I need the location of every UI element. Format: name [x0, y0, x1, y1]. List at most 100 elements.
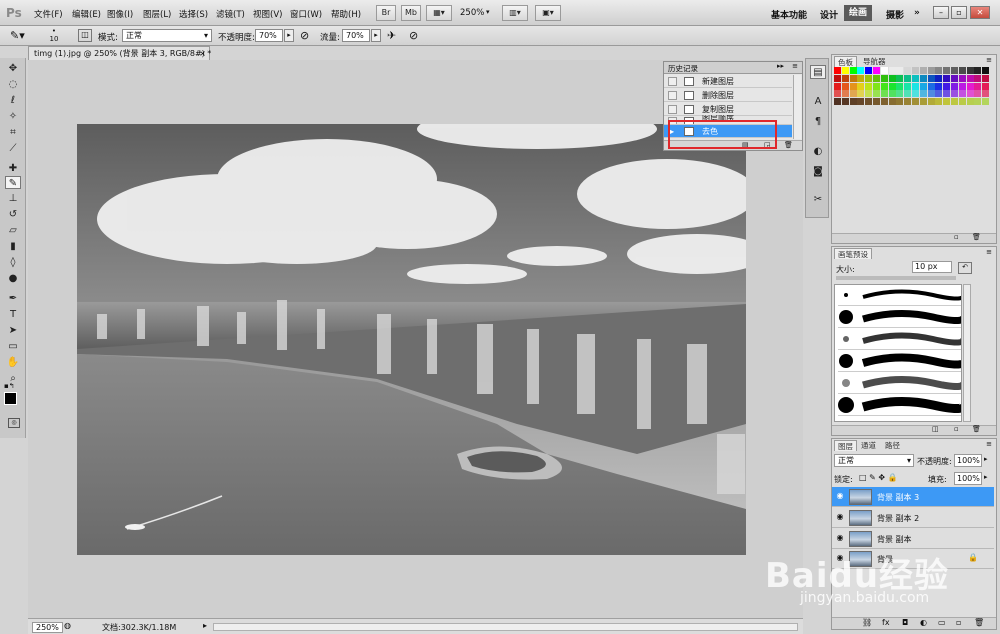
swatch[interactable]: [896, 74, 904, 82]
swatch[interactable]: [958, 82, 966, 90]
swatch[interactable]: [904, 74, 912, 82]
new-swatch-icon[interactable]: ▫: [954, 233, 959, 241]
restore-brush-size-icon[interactable]: ↶: [958, 262, 972, 274]
spot-heal-tool-icon[interactable]: ✚: [5, 162, 21, 175]
panel-menu-icon[interactable]: ≡: [986, 248, 992, 256]
lasso-tool-icon[interactable]: ℓ: [5, 94, 21, 107]
swatch[interactable]: [904, 82, 912, 90]
swatch[interactable]: [904, 98, 912, 106]
brush-tool-icon[interactable]: ✎: [5, 176, 21, 189]
history-item[interactable]: 删除图层: [664, 89, 792, 102]
swatch[interactable]: [857, 67, 865, 74]
swatch[interactable]: [927, 82, 935, 90]
swatch[interactable]: [834, 74, 841, 82]
eye-icon[interactable]: ◉: [835, 491, 845, 501]
type-tool-icon[interactable]: T: [5, 308, 21, 321]
brush-panel-toggle-icon[interactable]: ◫: [78, 29, 92, 42]
history-title[interactable]: 历史记录: [668, 63, 698, 74]
mini-bridge-button[interactable]: Mb: [401, 5, 421, 21]
gradient-tool-icon[interactable]: ▮: [5, 240, 21, 253]
swatch[interactable]: [919, 98, 927, 106]
layer-row[interactable]: ◉ 背景 副本: [832, 529, 994, 549]
swatch[interactable]: [834, 82, 841, 90]
swatch[interactable]: [896, 90, 904, 98]
swatch[interactable]: [943, 98, 951, 106]
swatch[interactable]: [857, 82, 865, 90]
swatch[interactable]: [888, 74, 896, 82]
horizontal-scrollbar[interactable]: [213, 623, 798, 631]
swatch[interactable]: [943, 67, 951, 74]
swatch[interactable]: [912, 82, 919, 90]
mode-select[interactable]: 正常 ▾: [122, 29, 212, 42]
trash-icon[interactable]: 🗑: [972, 425, 981, 433]
swatch[interactable]: [849, 74, 857, 82]
swatch[interactable]: [888, 82, 896, 90]
history-checkbox[interactable]: [668, 105, 677, 114]
workspace-basic[interactable]: 基本功能: [771, 8, 807, 21]
swatch[interactable]: [849, 98, 857, 106]
swatch[interactable]: [974, 67, 982, 74]
swatch[interactable]: [927, 74, 935, 82]
quick-mask-icon[interactable]: ◎: [8, 418, 20, 428]
minimize-button[interactable]: –: [933, 6, 949, 19]
swatch[interactable]: [834, 90, 841, 98]
workspace-design[interactable]: 设计: [820, 8, 838, 21]
panel-menu-icon[interactable]: ≡: [986, 56, 992, 64]
swatch[interactable]: [888, 98, 896, 106]
tab-paths[interactable]: 路径: [882, 440, 903, 451]
swatch[interactable]: [873, 90, 880, 98]
move-tool-icon[interactable]: ✥: [5, 62, 21, 75]
swatch[interactable]: [943, 74, 951, 82]
swatch[interactable]: [865, 67, 873, 74]
swatch[interactable]: [958, 67, 966, 74]
swatch-grid[interactable]: [834, 67, 992, 123]
swatch[interactable]: [904, 90, 912, 98]
swatch[interactable]: [857, 98, 865, 106]
path-select-tool-icon[interactable]: ➤: [5, 324, 21, 337]
history-checkbox[interactable]: [668, 77, 677, 86]
group-icon[interactable]: ▭: [938, 618, 946, 627]
swatch[interactable]: [841, 90, 849, 98]
swatch[interactable]: [919, 74, 927, 82]
swatch[interactable]: [982, 67, 990, 74]
paragraph-panel-icon[interactable]: ¶: [810, 115, 826, 129]
eye-icon[interactable]: ◉: [835, 512, 845, 522]
zoom-level[interactable]: 250%: [460, 8, 484, 18]
swatch[interactable]: [857, 90, 865, 98]
swatch[interactable]: [966, 90, 974, 98]
swatch[interactable]: [873, 67, 880, 74]
swatch[interactable]: [935, 67, 943, 74]
close-button[interactable]: ✕: [970, 6, 990, 19]
swatch[interactable]: [896, 67, 904, 74]
info-icon[interactable]: ◍: [64, 621, 71, 630]
layer-opacity-field[interactable]: 100%: [954, 454, 982, 467]
menu-edit[interactable]: 编辑(E): [72, 8, 101, 20]
swatch[interactable]: [880, 67, 888, 74]
swatch[interactable]: [880, 82, 888, 90]
swatch[interactable]: [974, 90, 982, 98]
swatch[interactable]: [974, 98, 982, 106]
trash-icon[interactable]: 🗑: [972, 233, 981, 241]
swatch[interactable]: [857, 74, 865, 82]
swatch[interactable]: [841, 74, 849, 82]
tab-swatches[interactable]: 色板: [834, 56, 857, 67]
swatch[interactable]: [982, 90, 990, 98]
trash-icon[interactable]: 🗑: [974, 618, 984, 627]
masks-panel-icon[interactable]: ◙: [810, 165, 826, 179]
pen-tool-icon[interactable]: ✒: [5, 292, 21, 305]
menu-layer[interactable]: 图层(L): [143, 8, 171, 20]
workspace-photo[interactable]: 摄影: [886, 8, 904, 21]
brush-list-scrollbar[interactable]: [963, 284, 971, 422]
swatch[interactable]: [958, 98, 966, 106]
history-item[interactable]: 新建图层: [664, 75, 792, 88]
new-layer-icon[interactable]: ▫: [956, 618, 961, 627]
history-checkbox[interactable]: [668, 91, 677, 100]
flow-field[interactable]: 70%: [342, 29, 370, 42]
swatch[interactable]: [865, 98, 873, 106]
close-tab-icon[interactable]: ×: [199, 47, 206, 60]
menu-file[interactable]: 文件(F): [34, 8, 63, 20]
swatch[interactable]: [935, 90, 943, 98]
layer-mask-icon[interactable]: ◘: [902, 618, 908, 627]
chevron-down-icon[interactable]: ▾: [486, 8, 490, 16]
swatch[interactable]: [865, 74, 873, 82]
